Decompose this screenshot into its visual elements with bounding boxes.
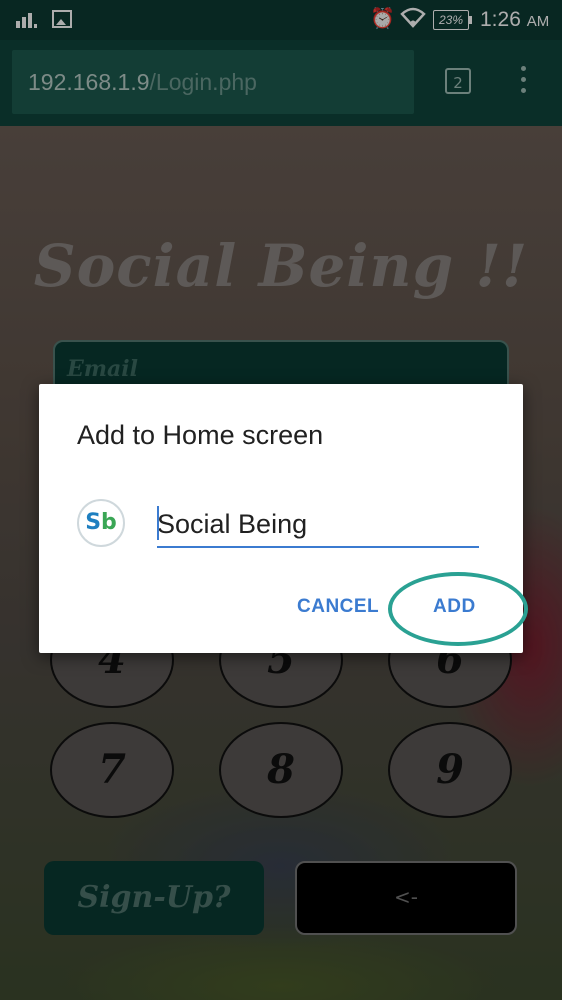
dialog-title: Add to Home screen [77, 420, 324, 450]
app-icon-letter-s: S [85, 510, 102, 535]
shortcut-name-input[interactable] [157, 502, 479, 548]
text-caret [157, 506, 159, 540]
app-icon-letter-b: b [101, 510, 117, 535]
app-icon: Sb [77, 499, 125, 547]
cancel-button[interactable]: CANCEL [297, 596, 379, 618]
add-highlight-ring [388, 572, 528, 646]
